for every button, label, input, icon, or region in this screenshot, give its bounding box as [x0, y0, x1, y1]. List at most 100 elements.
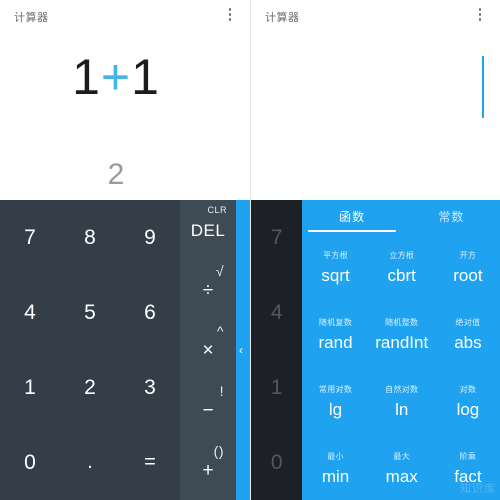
function-max[interactable]: 最大 max: [369, 433, 435, 500]
function-root-label: root: [453, 265, 483, 285]
function-rand-label: rand: [318, 332, 353, 352]
function-log-label: log: [456, 399, 480, 419]
right-appbar: 计算器: [251, 0, 500, 34]
left-appbar: 计算器: [0, 0, 250, 34]
function-max-label: max: [385, 466, 418, 486]
function-max-cn: 最大: [393, 451, 411, 461]
left-calculator-panel: 计算器 1+1 2 7 8 9 4 5 6 1 2 3 0 . = CLR DE…: [0, 0, 250, 500]
function-min[interactable]: 最小 min: [302, 433, 368, 500]
function-fact[interactable]: 阶乘 fact: [435, 433, 500, 500]
key-8[interactable]: 8: [60, 200, 120, 275]
kebab-dot: [478, 18, 482, 21]
left-display[interactable]: 1+1 2: [0, 34, 250, 200]
key-minus-label: −: [202, 399, 214, 421]
function-log-cn: 对数: [459, 384, 477, 394]
key-0[interactable]: 0: [0, 425, 60, 500]
function-lg-cn: 常用对数: [318, 384, 353, 394]
kebab-menu-icon[interactable]: [473, 8, 487, 26]
function-abs-label: abs: [454, 332, 482, 352]
expression-operand-left: 1: [72, 49, 101, 105]
key-equals[interactable]: =: [120, 425, 180, 500]
kebab-dot: [228, 13, 232, 16]
key-clear-label[interactable]: CLR: [207, 206, 227, 215]
key-5[interactable]: 5: [60, 275, 120, 350]
function-drawer-tabs: 函数 常数: [302, 200, 500, 232]
key-6[interactable]: 6: [120, 275, 180, 350]
function-ln-cn: 自然对数: [385, 384, 419, 394]
function-cbrt[interactable]: 立方根 cbrt: [369, 232, 435, 299]
sqrt-icon[interactable]: √: [216, 264, 224, 278]
key-delete-label: DEL: [190, 220, 226, 240]
key-1[interactable]: 1: [251, 350, 302, 425]
function-randint[interactable]: 随机整数 randInt: [369, 299, 435, 366]
key-1[interactable]: 1: [0, 350, 60, 425]
parentheses-icon[interactable]: (): [214, 444, 224, 458]
key-delete[interactable]: CLR DEL: [180, 200, 236, 260]
function-drawer: 函数 常数 平方根 sqrt 立方根 cbrt 开方 root 随机复数 ran…: [302, 200, 500, 500]
function-lg[interactable]: 常用对数 lg: [302, 366, 368, 433]
numeric-keypad-partial: 7 4 1 0: [251, 200, 303, 500]
right-keypad: 7 4 1 0 函数 常数 平方根 sqrt 立方根 cbrt 开方 root …: [251, 200, 500, 500]
function-fact-label: fact: [454, 466, 482, 486]
key-7[interactable]: 7: [0, 200, 60, 275]
key-divide-label: ÷: [202, 279, 214, 301]
function-drawer-handle[interactable]: ‹: [236, 200, 250, 500]
key-divide[interactable]: √ ÷: [180, 260, 236, 320]
function-cbrt-label: cbrt: [387, 265, 416, 285]
function-ln[interactable]: 自然对数 ln: [369, 366, 435, 433]
function-min-cn: 最小: [327, 451, 344, 461]
chevron-left-icon[interactable]: ‹: [239, 344, 243, 356]
function-grid: 平方根 sqrt 立方根 cbrt 开方 root 随机复数 rand 随机整数…: [302, 232, 500, 500]
left-keypad: 7 8 9 4 5 6 1 2 3 0 . = CLR DEL √ ÷ ^ × …: [0, 200, 250, 500]
function-randint-label: randInt: [375, 332, 429, 352]
function-rand-cn: 随机复数: [318, 317, 353, 327]
kebab-dot: [228, 18, 232, 21]
factorial-icon[interactable]: !: [220, 384, 224, 398]
left-app-title: 计算器: [14, 12, 49, 24]
function-ln-label: ln: [395, 399, 409, 419]
key-0[interactable]: 0: [251, 425, 302, 500]
function-cbrt-cn: 立方根: [389, 250, 415, 260]
key-4[interactable]: 4: [251, 275, 302, 350]
function-root-cn: 开方: [459, 250, 477, 260]
function-randint-cn: 随机整数: [385, 317, 419, 327]
key-multiply[interactable]: ^ ×: [180, 320, 236, 380]
right-display[interactable]: [251, 34, 500, 200]
screenshot-root: 计算器 1+1 2 7 8 9 4 5 6 1 2 3 0 . = CLR DE…: [0, 0, 500, 500]
function-abs[interactable]: 绝对值 abs: [435, 299, 500, 366]
power-icon[interactable]: ^: [217, 324, 224, 338]
key-plus[interactable]: () +: [180, 440, 236, 500]
key-3[interactable]: 3: [120, 350, 180, 425]
function-min-label: min: [321, 466, 350, 486]
kebab-dot: [478, 13, 482, 16]
function-lg-label: lg: [328, 399, 343, 419]
tab-constants[interactable]: 常数: [402, 200, 500, 232]
right-app-title: 计算器: [265, 12, 300, 24]
operator-column: CLR DEL √ ÷ ^ × ! − () +: [180, 200, 236, 500]
function-sqrt-cn: 平方根: [323, 250, 348, 260]
function-log[interactable]: 对数 log: [435, 366, 500, 433]
numeric-keypad: 7 8 9 4 5 6 1 2 3 0 . =: [0, 200, 180, 500]
key-7[interactable]: 7: [251, 200, 302, 275]
tab-functions[interactable]: 函数: [302, 200, 401, 232]
expression-operand-right: 1: [131, 49, 160, 105]
expression-text: 1+1: [0, 52, 232, 102]
function-root[interactable]: 开方 root: [435, 232, 500, 299]
function-rand[interactable]: 随机复数 rand: [302, 299, 368, 366]
result-text: 2: [107, 158, 125, 191]
kebab-menu-icon[interactable]: [223, 8, 237, 26]
right-calculator-panel: 计算器 7 4 1 0 函数 常数 平方根 sqrt 立方根 cbrt 开方 r…: [250, 0, 500, 500]
kebab-dot: [478, 8, 482, 11]
key-4[interactable]: 4: [0, 275, 60, 350]
function-fact-cn: 阶乘: [459, 451, 477, 461]
key-decimal-point[interactable]: .: [60, 425, 120, 500]
key-9[interactable]: 9: [120, 200, 180, 275]
function-sqrt-label: sqrt: [321, 265, 350, 285]
expression-operator: +: [100, 49, 132, 105]
function-sqrt[interactable]: 平方根 sqrt: [302, 232, 368, 299]
key-minus[interactable]: ! −: [180, 380, 236, 440]
key-2[interactable]: 2: [60, 350, 120, 425]
key-multiply-label: ×: [202, 339, 214, 361]
function-abs-cn: 绝对值: [455, 317, 481, 327]
kebab-dot: [228, 8, 232, 11]
